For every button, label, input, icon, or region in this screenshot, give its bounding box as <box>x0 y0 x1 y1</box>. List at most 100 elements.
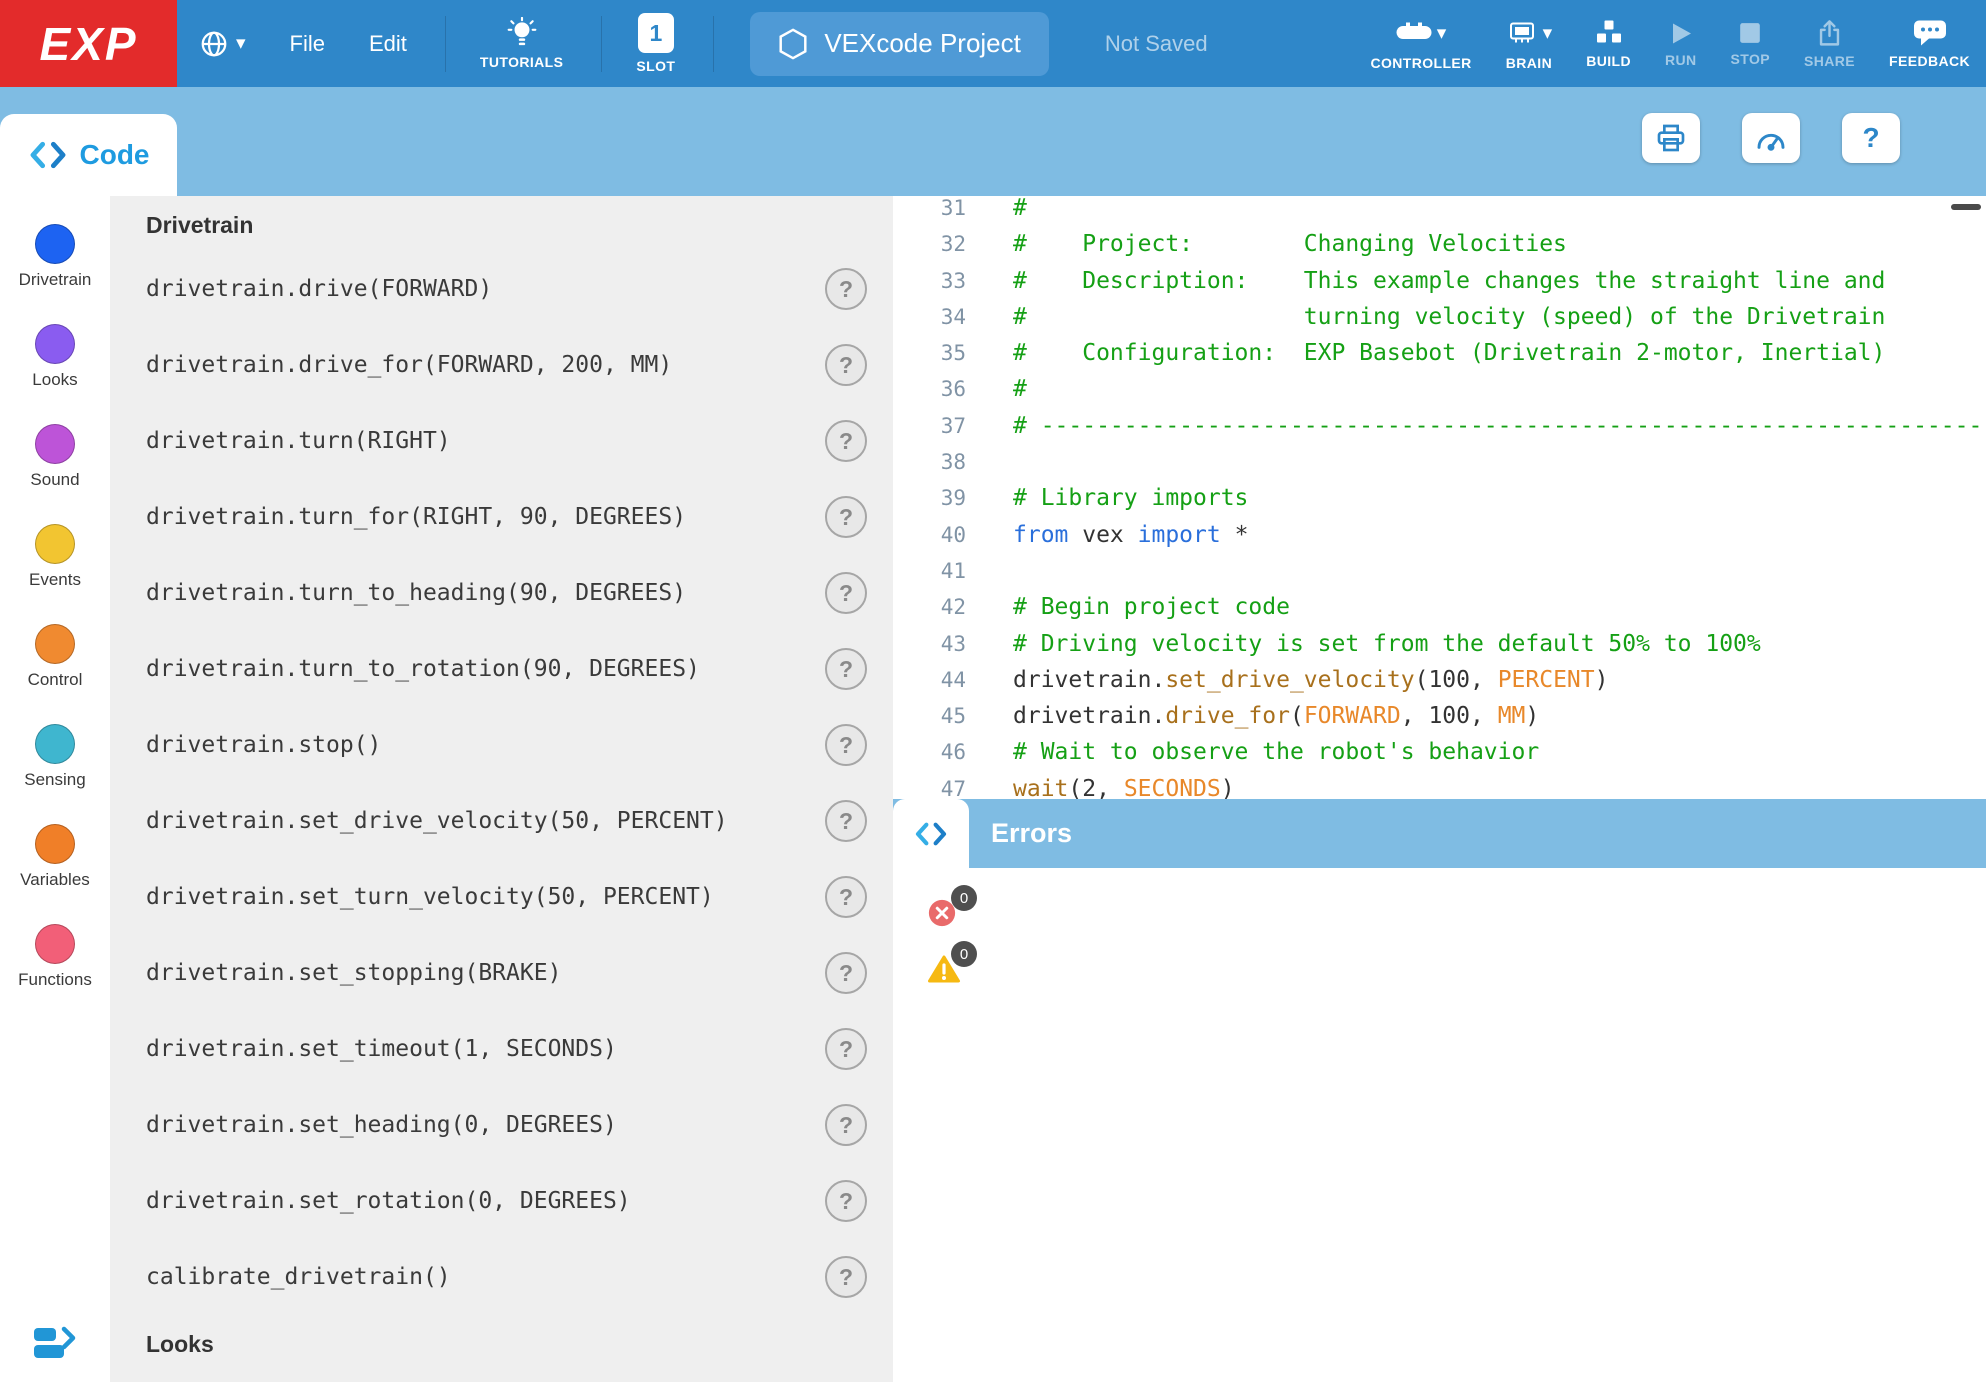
sidebar-item-functions[interactable]: Functions <box>18 924 92 1024</box>
line-content: # Begin project code <box>966 589 1290 625</box>
line-content <box>966 553 1013 589</box>
sidebar-item-sensing[interactable]: Sensing <box>18 724 92 824</box>
command-help-button[interactable]: ? <box>825 800 867 842</box>
error-count-indicator[interactable]: 0 <box>927 898 959 930</box>
command-text: drivetrain.drive_for(FORWARD, 200, MM) <box>146 352 672 378</box>
command-help-button[interactable]: ? <box>825 1180 867 1222</box>
line-content: drivetrain.drive_for(FORWARD, 100, MM) <box>966 698 1539 734</box>
warning-count-indicator[interactable]: 0 <box>927 954 959 986</box>
line-content: # <box>966 371 1027 407</box>
palette-command-row[interactable]: drivetrain.set_drive_velocity(50, PERCEN… <box>110 783 893 859</box>
palette-command-row[interactable]: drivetrain.set_heading(0, DEGREES)? <box>110 1087 893 1163</box>
build-button[interactable]: BUILD <box>1586 16 1631 71</box>
command-help-button[interactable]: ? <box>825 1104 867 1146</box>
command-help-button[interactable]: ? <box>825 496 867 538</box>
feedback-button[interactable]: FEEDBACK <box>1889 16 1970 71</box>
code-line: 40from vex import * <box>893 517 1986 553</box>
help-button[interactable]: ? <box>1842 113 1900 163</box>
command-help-button[interactable]: ? <box>825 876 867 918</box>
tutorials-button[interactable]: TUTORIALS <box>480 17 563 70</box>
category-dot <box>35 224 75 264</box>
command-help-button[interactable]: ? <box>825 420 867 462</box>
command-help-button[interactable]: ? <box>825 268 867 310</box>
sidebar-item-events[interactable]: Events <box>18 524 92 624</box>
command-text: calibrate_drivetrain() <box>146 1264 451 1290</box>
print-button[interactable] <box>1642 113 1700 163</box>
palette-command-row[interactable]: drivetrain.drive(FORWARD)? <box>110 251 893 327</box>
globe-icon <box>199 29 229 59</box>
line-content: drivetrain.set_drive_velocity(100, PERCE… <box>966 662 1608 698</box>
palette-command-row[interactable]: drivetrain.set_rotation(0, DEGREES)? <box>110 1163 893 1239</box>
share-label: SHARE <box>1804 53 1855 69</box>
scrollbar-thumb[interactable] <box>1951 204 1981 210</box>
line-content: # Wait to observe the robot's behavior <box>966 734 1539 770</box>
brain-button[interactable]: ▾ BRAIN <box>1506 16 1553 71</box>
code-line: 37# ------------------------------------… <box>893 408 1986 444</box>
palette-command-row[interactable]: drivetrain.turn_to_rotation(90, DEGREES)… <box>110 631 893 707</box>
command-help-button[interactable]: ? <box>825 572 867 614</box>
blocks-toggle-button[interactable] <box>31 1323 79 1368</box>
line-content: from vex import * <box>966 517 1248 553</box>
sidebar-item-looks[interactable]: Looks <box>18 324 92 424</box>
line-number: 47 <box>893 771 966 799</box>
sidebar-item-drivetrain[interactable]: Drivetrain <box>18 224 92 324</box>
sidebar-item-control[interactable]: Control <box>18 624 92 724</box>
command-help-button[interactable]: ? <box>825 1028 867 1070</box>
command-help-button[interactable]: ? <box>825 344 867 386</box>
line-content: # Description: This example changes the … <box>966 263 1885 299</box>
command-text: drivetrain.set_timeout(1, SECONDS) <box>146 1036 617 1062</box>
line-number: 35 <box>893 335 966 371</box>
command-help-button[interactable]: ? <box>825 952 867 994</box>
palette-command-row[interactable]: drivetrain.set_stopping(BRAKE)? <box>110 935 893 1011</box>
toolbar-actions: ? <box>1642 113 1900 163</box>
code-line: 46# Wait to observe the robot's behavior <box>893 734 1986 770</box>
errors-panel-header: Errors <box>893 799 1986 868</box>
code-line: 45drivetrain.drive_for(FORWARD, 100, MM) <box>893 698 1986 734</box>
category-label: Functions <box>18 970 92 990</box>
share-button[interactable]: SHARE <box>1804 16 1855 71</box>
line-content: # Library imports <box>966 480 1248 516</box>
command-text: drivetrain.turn(RIGHT) <box>146 428 451 454</box>
sidebar-item-variables[interactable]: Variables <box>18 824 92 924</box>
command-help-button[interactable]: ? <box>825 648 867 690</box>
run-button[interactable]: RUN <box>1665 16 1697 71</box>
palette-command-row[interactable]: calibrate_drivetrain()? <box>110 1239 893 1315</box>
command-help-button[interactable]: ? <box>825 724 867 766</box>
printer-icon <box>1655 122 1687 154</box>
category-label: Control <box>28 670 83 690</box>
divider <box>713 16 714 72</box>
dashboard-button[interactable] <box>1742 113 1800 163</box>
stop-button[interactable]: STOP <box>1731 16 1770 71</box>
tab-errors[interactable] <box>893 799 969 868</box>
sidebar-item-sound[interactable]: Sound <box>18 424 92 524</box>
category-label: Sound <box>30 470 79 490</box>
palette-command-row[interactable]: drivetrain.turn_to_heading(90, DEGREES)? <box>110 555 893 631</box>
slot-button[interactable]: 1 SLOT <box>636 13 675 74</box>
warning-count-badge: 0 <box>951 941 977 967</box>
line-content: wait(2, SECONDS) <box>966 771 1235 799</box>
code-line: 36# <box>893 371 1986 407</box>
code-line: 34# turning velocity (speed) of the Driv… <box>893 299 1986 335</box>
file-menu[interactable]: File <box>290 31 325 57</box>
palette-command-row[interactable]: drivetrain.set_timeout(1, SECONDS)? <box>110 1011 893 1087</box>
category-dot <box>35 424 75 464</box>
line-content: # turning velocity (speed) of the Drivet… <box>966 299 1885 335</box>
tab-code[interactable]: Code <box>0 114 177 196</box>
command-help-button[interactable]: ? <box>825 1256 867 1298</box>
command-text: drivetrain.set_drive_velocity(50, PERCEN… <box>146 808 728 834</box>
language-menu[interactable]: ▾ <box>199 29 246 59</box>
edit-menu[interactable]: Edit <box>369 31 407 57</box>
command-text: drivetrain.stop() <box>146 732 381 758</box>
code-editor[interactable]: 31#32# Project: Changing Velocities33# D… <box>893 196 1986 799</box>
code-icon <box>914 821 948 847</box>
line-content: # Configuration: EXP Basebot (Drivetrain… <box>966 335 1885 371</box>
tutorials-label: TUTORIALS <box>480 54 563 70</box>
controller-button[interactable]: ▾ CONTROLLER <box>1370 16 1471 71</box>
project-name-button[interactable]: VEXcode Project <box>750 12 1049 76</box>
command-text: drivetrain.drive(FORWARD) <box>146 276 492 302</box>
palette-command-row[interactable]: drivetrain.drive_for(FORWARD, 200, MM)? <box>110 327 893 403</box>
palette-command-row[interactable]: drivetrain.set_turn_velocity(50, PERCENT… <box>110 859 893 935</box>
palette-command-row[interactable]: drivetrain.turn(RIGHT)? <box>110 403 893 479</box>
palette-command-row[interactable]: drivetrain.turn_for(RIGHT, 90, DEGREES)? <box>110 479 893 555</box>
palette-command-row[interactable]: drivetrain.stop()? <box>110 707 893 783</box>
